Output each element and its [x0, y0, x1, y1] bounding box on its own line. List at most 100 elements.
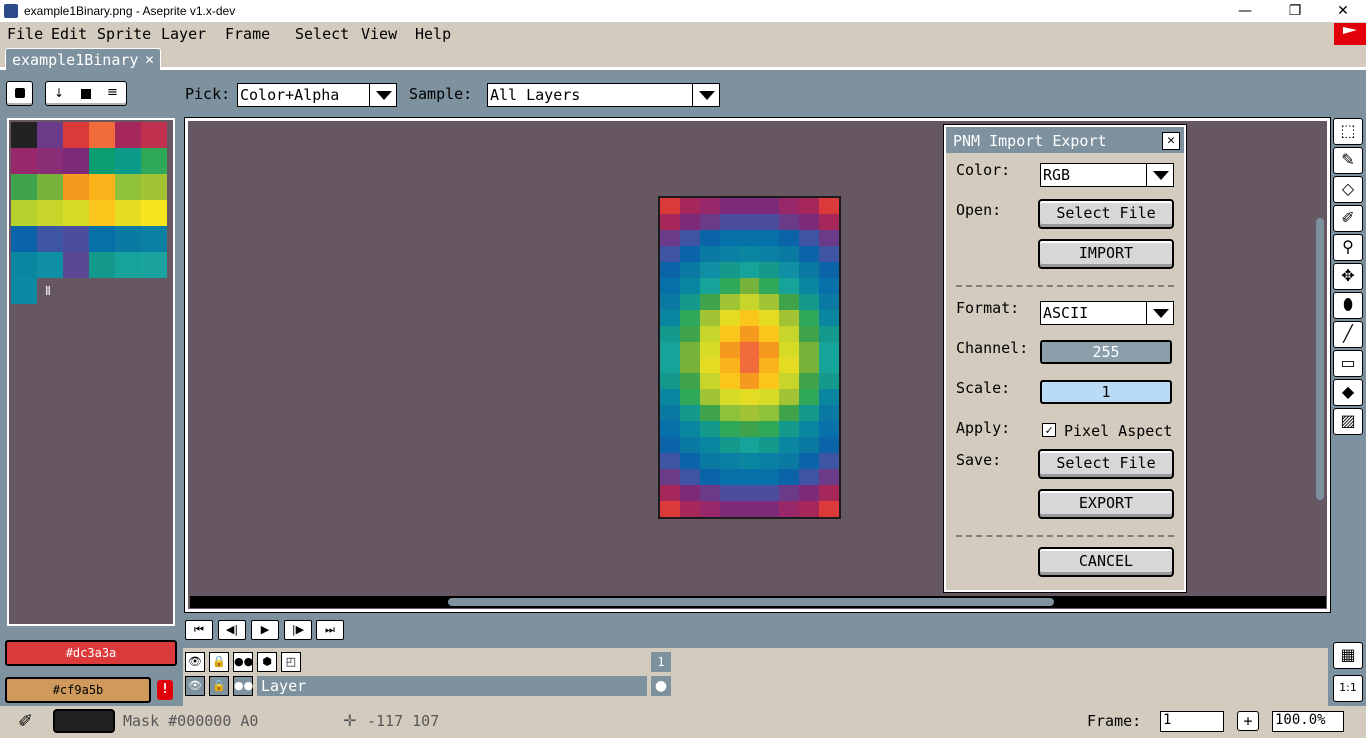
chevron-down-icon[interactable] — [1146, 301, 1174, 325]
eyedropper-icon[interactable]: ✐ — [1333, 205, 1363, 232]
lock-icon[interactable]: 🔒 — [209, 652, 229, 672]
palette-swatch[interactable] — [63, 252, 89, 278]
palette-menu-icon[interactable]: ≡ — [107, 85, 118, 100]
layer-name[interactable]: Layer — [257, 676, 647, 696]
palette-swatch[interactable] — [141, 122, 167, 148]
palette-swatch[interactable] — [89, 252, 115, 278]
palette-swatch[interactable] — [37, 122, 63, 148]
palette-swatch[interactable] — [141, 200, 167, 226]
pick-combobox[interactable]: Color+Alpha — [237, 83, 397, 107]
cel-icon[interactable]: ● — [651, 676, 671, 696]
channel-slider[interactable]: 255 — [1040, 340, 1172, 364]
timeline-toggle-button[interactable]: ▦ — [1333, 642, 1363, 669]
palette-swatch[interactable] — [11, 278, 37, 304]
continuous-icon[interactable]: ●● — [233, 652, 253, 672]
frame-input[interactable]: 1 — [1160, 711, 1224, 732]
maximize-button[interactable]: ❐ — [1272, 0, 1318, 23]
background-color-button[interactable]: #cf9a5b — [5, 677, 151, 703]
rectangle-icon[interactable]: ▭ — [1333, 350, 1363, 377]
palette-swatch[interactable] — [63, 226, 89, 252]
palette-swatch[interactable] — [11, 252, 37, 278]
palette-swatch[interactable] — [89, 122, 115, 148]
palette-preset-icon[interactable] — [81, 89, 91, 99]
visibility-icon[interactable]: 👁 — [185, 652, 205, 672]
pencil-icon[interactable]: ✎ — [1333, 147, 1363, 174]
palette-swatch[interactable] — [11, 174, 37, 200]
palette-swatch[interactable] — [37, 148, 63, 174]
sprite-canvas[interactable] — [658, 196, 841, 519]
zoom-icon[interactable]: ⚲ — [1333, 234, 1363, 261]
close-window-button[interactable]: ✕ — [1320, 0, 1366, 23]
palette-swatch[interactable] — [11, 226, 37, 252]
palette-swatch[interactable] — [63, 174, 89, 200]
menu-select[interactable]: Select — [295, 25, 349, 43]
frame-header[interactable]: 1 — [651, 652, 671, 672]
minimize-button[interactable]: — — [1222, 0, 1268, 23]
menu-frame[interactable]: Frame — [225, 25, 270, 43]
menu-sprite[interactable]: Sprite — [97, 25, 151, 43]
palette-swatch[interactable] — [63, 148, 89, 174]
eraser-icon[interactable]: ◇ — [1333, 176, 1363, 203]
select-file-save-button[interactable]: Select File — [1038, 449, 1174, 479]
palette-swatch[interactable] — [37, 200, 63, 226]
zoom-one-to-one-button[interactable]: 1:1 — [1333, 675, 1363, 702]
layer-visibility-icon[interactable]: 👁 — [185, 676, 205, 696]
first-frame-button[interactable]: ⏮ — [185, 620, 213, 640]
palette-swatch[interactable] — [89, 200, 115, 226]
contour-icon[interactable]: ◆ — [1333, 379, 1363, 406]
last-frame-button[interactable]: ⏭ — [316, 620, 344, 640]
rectangular-marquee-icon[interactable]: ⬚ — [1333, 118, 1363, 145]
palette-swatch[interactable] — [141, 148, 167, 174]
tab-close-icon[interactable]: ✕ — [145, 50, 154, 68]
palette-swatch[interactable] — [141, 252, 167, 278]
layer-row[interactable]: 👁 🔒 ●● Layer ● — [183, 674, 1328, 698]
pixel-aspect-label[interactable]: Pixel Aspect — [1064, 422, 1172, 440]
previous-frame-button[interactable]: ◀| — [218, 620, 246, 640]
aseprite-flag-icon[interactable] — [1334, 23, 1366, 45]
sample-combobox[interactable]: All Layers — [487, 83, 720, 107]
group-icon[interactable]: ⬢ — [257, 652, 277, 672]
paint-bucket-icon[interactable]: ⬮ — [1333, 292, 1363, 319]
new-frame-button[interactable]: + — [1237, 711, 1259, 731]
horizontal-scrollbar[interactable] — [190, 596, 1326, 608]
select-file-open-button[interactable]: Select File — [1038, 199, 1174, 229]
palette-swatch[interactable] — [37, 226, 63, 252]
vertical-scroll-thumb[interactable] — [1316, 218, 1324, 500]
pixel-aspect-checkbox[interactable]: ✓ — [1042, 423, 1056, 437]
palette-swatch[interactable] — [11, 122, 37, 148]
chevron-down-icon[interactable] — [692, 83, 720, 107]
import-button[interactable]: IMPORT — [1038, 239, 1174, 269]
chevron-down-icon[interactable] — [1146, 163, 1174, 187]
palette-swatch[interactable] — [63, 200, 89, 226]
palette-swatch[interactable] — [11, 148, 37, 174]
palette-swatch[interactable] — [115, 174, 141, 200]
horizontal-scroll-thumb[interactable] — [448, 598, 1054, 606]
dialog-close-icon[interactable]: ✕ — [1162, 132, 1180, 150]
palette-swatch[interactable] — [89, 174, 115, 200]
next-frame-button[interactable]: |▶ — [284, 620, 312, 640]
menu-view[interactable]: View — [361, 25, 397, 43]
menu-edit[interactable]: Edit — [51, 25, 87, 43]
vertical-scrollbar[interactable] — [1314, 122, 1326, 596]
line-icon[interactable]: ╱ — [1333, 321, 1363, 348]
blur-icon[interactable]: ▨ — [1333, 408, 1363, 435]
lock-palette-button[interactable] — [6, 81, 33, 106]
warning-icon[interactable]: ! — [157, 680, 173, 700]
format-select[interactable]: ASCII — [1040, 301, 1174, 325]
palette-swatch[interactable] — [89, 226, 115, 252]
palette-swatch[interactable] — [141, 174, 167, 200]
scale-slider[interactable]: 1 — [1040, 380, 1172, 404]
color-mode-select[interactable]: RGB — [1040, 163, 1174, 187]
menu-help[interactable]: Help — [415, 25, 451, 43]
palette-swatch[interactable] — [141, 226, 167, 252]
palette-swatch[interactable] — [115, 252, 141, 278]
palette-swatch[interactable] — [89, 148, 115, 174]
zoom-input[interactable]: 100.0% — [1272, 711, 1344, 732]
export-button[interactable]: EXPORT — [1038, 489, 1174, 519]
tab-example1binary[interactable]: example1Binary.png ✕ — [5, 48, 161, 70]
layer-lock-icon[interactable]: 🔒 — [209, 676, 229, 696]
chevron-down-icon[interactable] — [369, 83, 397, 107]
move-icon[interactable]: ✥ — [1333, 263, 1363, 290]
palette-sort-icon[interactable]: ↓ — [54, 86, 64, 100]
onion-skin-icon[interactable]: ◰ — [281, 652, 301, 672]
